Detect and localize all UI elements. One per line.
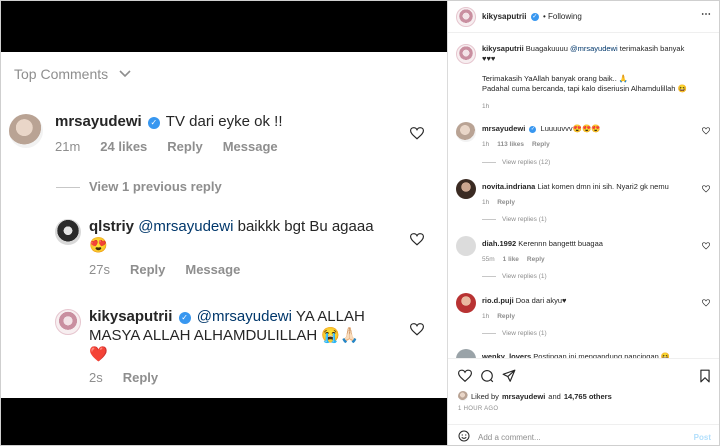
screenshot-frame bbox=[0, 0, 720, 446]
